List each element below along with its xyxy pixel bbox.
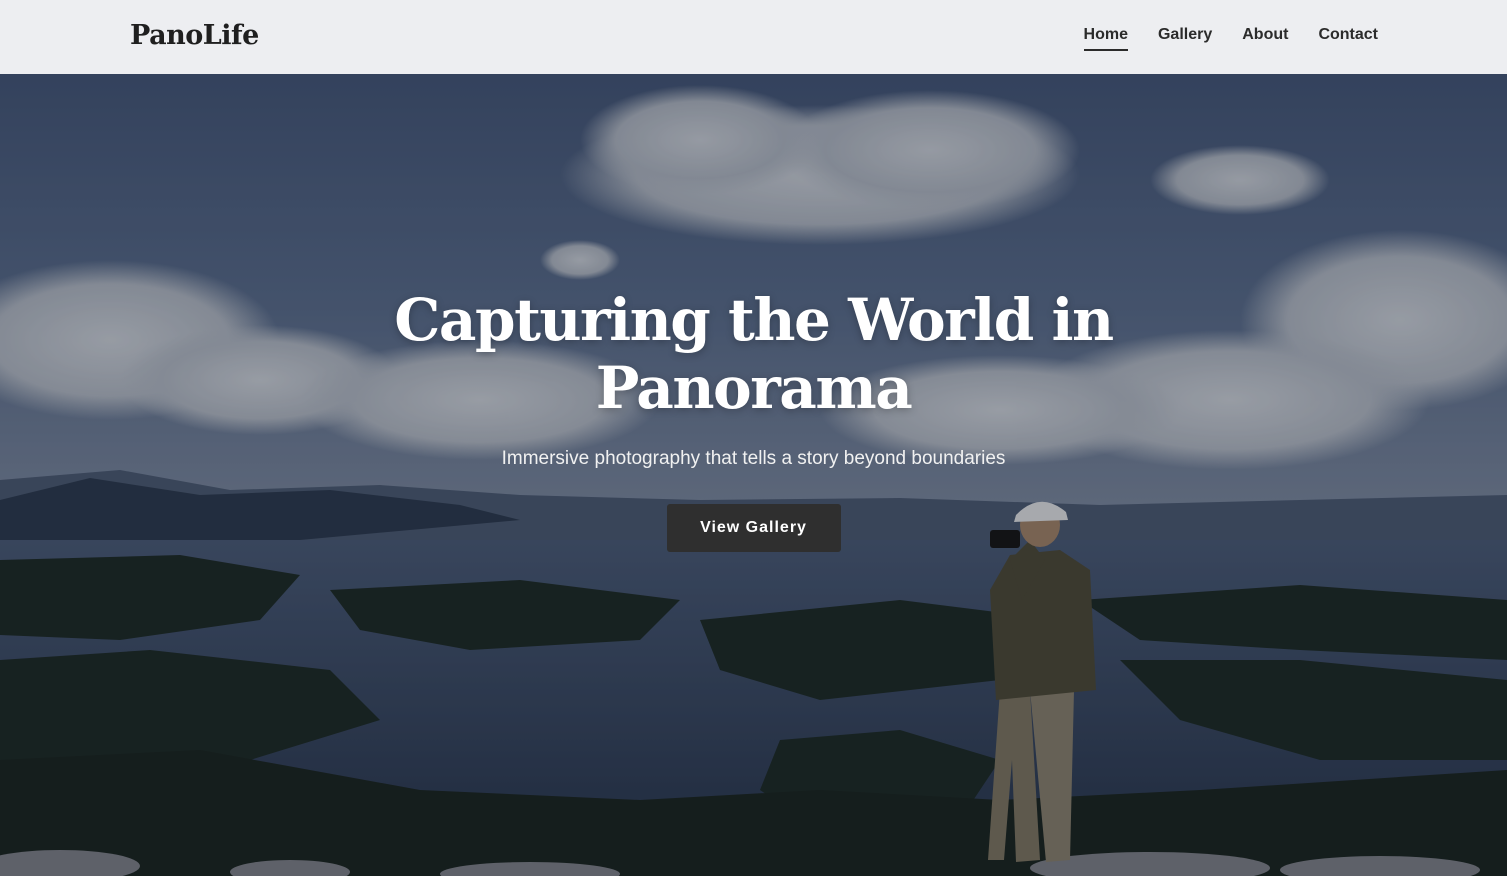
nav-item-about[interactable]: About xyxy=(1242,24,1288,51)
hero-content: Capturing the World in Panorama Immersiv… xyxy=(0,286,1507,552)
hero-title: Capturing the World in Panorama xyxy=(394,286,1114,422)
nav-menu: Home Gallery About Contact xyxy=(1083,24,1378,51)
view-gallery-button[interactable]: View Gallery xyxy=(666,504,841,552)
hero-subtitle: Immersive photography that tells a story… xyxy=(501,448,1006,469)
nav-item-contact[interactable]: Contact xyxy=(1318,24,1378,51)
brand-logo[interactable]: PanoLife xyxy=(130,16,259,56)
top-navbar: PanoLife Home Gallery About Contact xyxy=(0,0,1507,74)
nav-item-gallery[interactable]: Gallery xyxy=(1158,24,1212,51)
nav-item-home[interactable]: Home xyxy=(1083,24,1128,51)
